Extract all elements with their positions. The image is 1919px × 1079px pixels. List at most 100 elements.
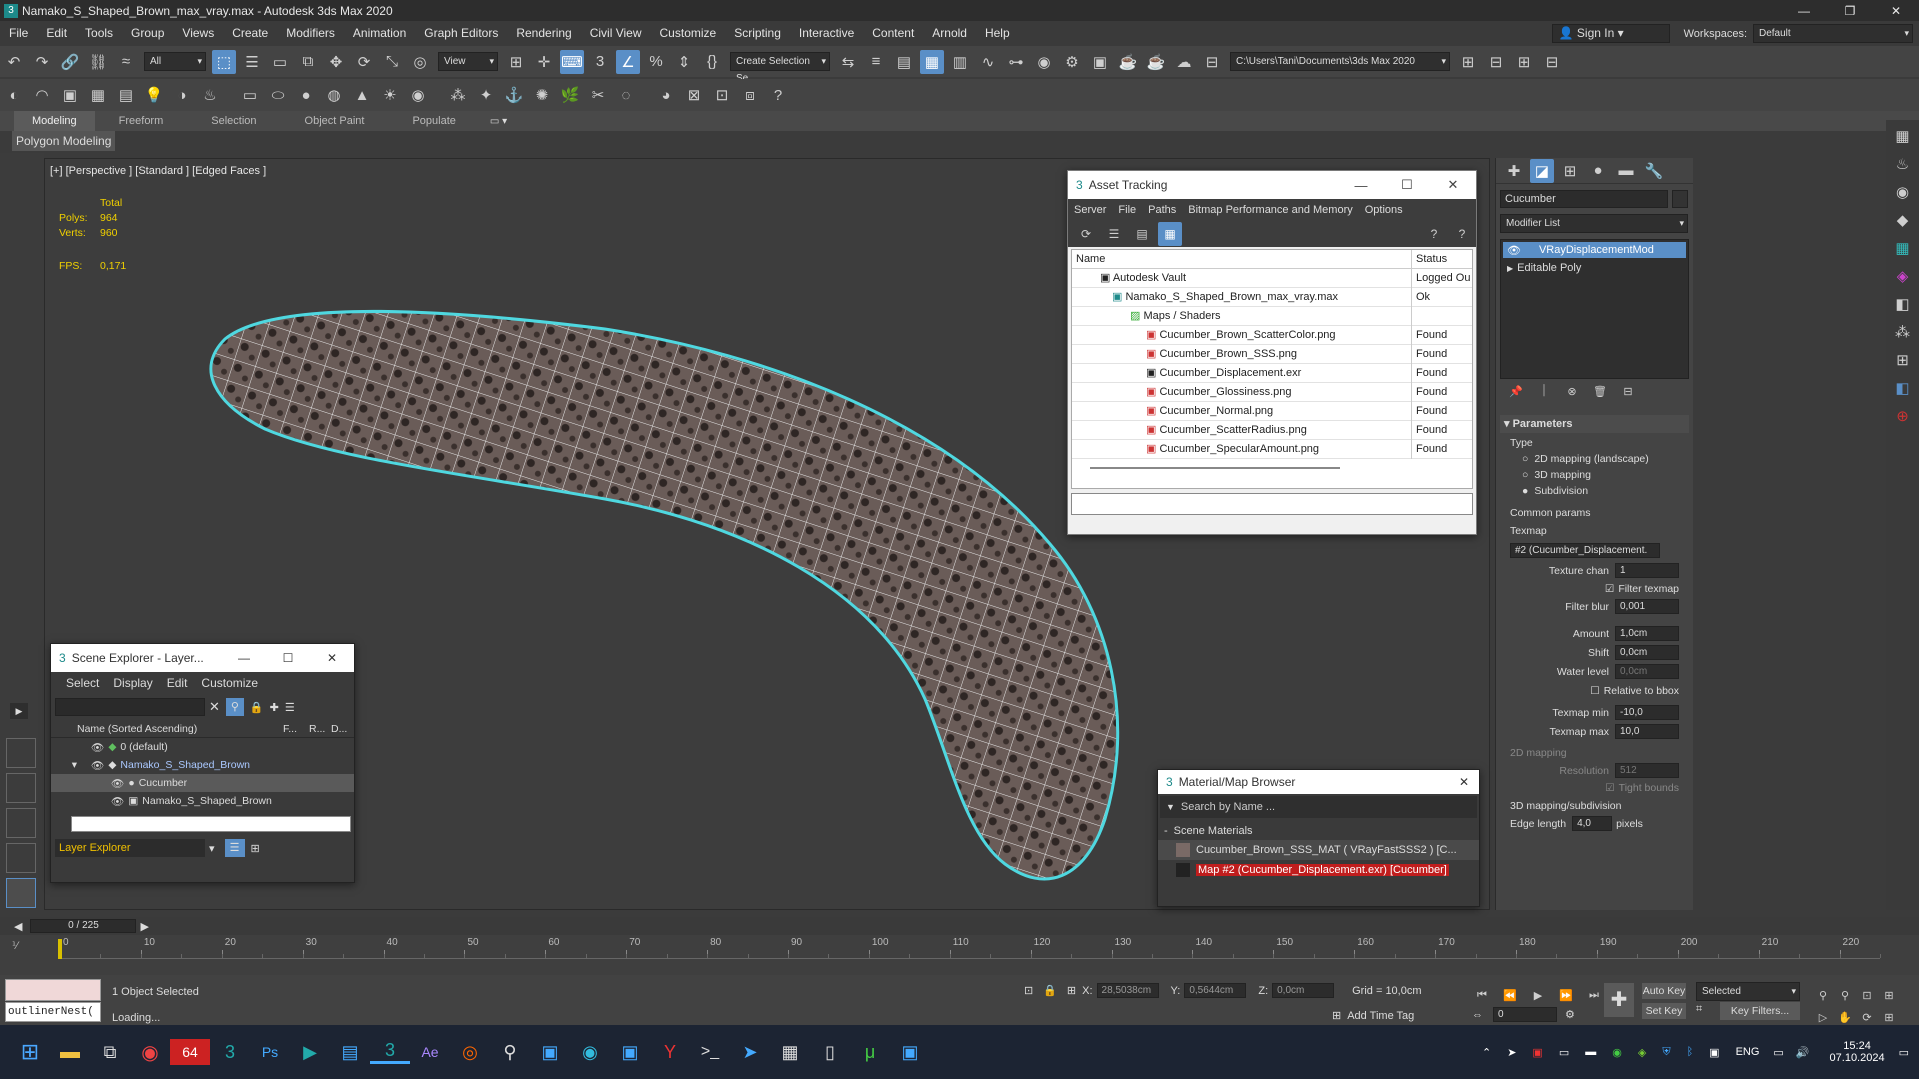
table-icon[interactable]: ▤	[114, 83, 138, 107]
next-key-icon[interactable]: ⏩	[1554, 983, 1578, 1007]
schematic-view-icon[interactable]: ⊶	[1004, 50, 1028, 74]
layout-icon-2[interactable]	[6, 773, 36, 803]
table-row[interactable]: ▣ Cucumber_SpecularAmount.png Found	[1072, 439, 1472, 459]
x-field[interactable]: 28,5038cm	[1096, 983, 1159, 998]
checker-icon[interactable]: ▦	[1891, 124, 1915, 148]
radio-2d-mapping[interactable]: ○ 2D mapping (landscape)	[1522, 453, 1667, 465]
render-icon[interactable]: ▣	[58, 83, 82, 107]
menu-item[interactable]: File	[1112, 204, 1142, 216]
goto-start-icon[interactable]: ⏮	[1470, 983, 1494, 1007]
goto-end-icon[interactable]: ⏭	[1582, 983, 1606, 1007]
menu-item[interactable]: Rendering	[507, 21, 580, 46]
menu-item[interactable]: Edit	[160, 676, 195, 690]
checkbox-icon[interactable]: ☐	[1590, 685, 1599, 697]
table-row[interactable]: ▣ Cucumber_Displacement.exr Found	[1072, 363, 1472, 383]
windows-start-icon[interactable]: ⊞	[10, 1039, 50, 1065]
placement-icon[interactable]: ◎	[408, 50, 432, 74]
dropdown-arrow-icon[interactable]: ▾	[209, 842, 215, 855]
named-selection-dropdown[interactable]: Create Selection Se	[730, 52, 830, 84]
expand-arrow-icon[interactable]: ▶	[10, 703, 28, 719]
parameters-rollout[interactable]: ▾ Parameters	[1500, 415, 1689, 433]
store-icon[interactable]: ▣	[530, 1042, 570, 1063]
snaps-toggle-icon[interactable]: 3	[588, 50, 612, 74]
table-row[interactable]: ▣ Cucumber_Normal.png Found	[1072, 401, 1472, 421]
3dsmax-icon[interactable]: 3	[210, 1042, 250, 1063]
layout-icon-3[interactable]	[6, 808, 36, 838]
menu-item[interactable]: File	[0, 21, 37, 46]
render-production-icon[interactable]: ☕	[1116, 50, 1140, 74]
menu-item[interactable]: Group	[122, 21, 173, 46]
sphere-icon[interactable]: ●	[294, 83, 318, 107]
render-setup-icon[interactable]: ⚙	[1060, 50, 1084, 74]
ribbon-tab-modeling[interactable]: Modeling	[14, 111, 95, 131]
help-icon[interactable]: ?	[766, 83, 790, 107]
texmap-min-spinner[interactable]: -10,0	[1615, 705, 1679, 720]
prev-key-icon[interactable]: ⏪	[1498, 983, 1522, 1007]
scene-materials-header[interactable]: - Scene Materials	[1158, 822, 1479, 840]
yandex-icon[interactable]: Y	[650, 1042, 690, 1063]
calculator-icon[interactable]: ▦	[86, 83, 110, 107]
edge-length-spinner[interactable]: 4,0	[1572, 816, 1613, 831]
rendered-frame-icon[interactable]: ▣	[1088, 50, 1112, 74]
menu-item[interactable]: Customize	[194, 676, 265, 690]
menu-item[interactable]: Bitmap Performance and Memory	[1182, 204, 1358, 216]
spinner-snap-icon[interactable]: ⇕	[672, 50, 696, 74]
eye-icon[interactable]: 👁	[1507, 244, 1521, 257]
select-by-name-icon[interactable]: ☰	[240, 50, 264, 74]
toggle-ribbon-icon[interactable]: ▥	[948, 50, 972, 74]
clear-icon[interactable]: ✕	[209, 699, 220, 715]
volume-icon[interactable]: 🔊	[1796, 1046, 1810, 1059]
app-icon-23[interactable]: ▣	[890, 1042, 930, 1063]
col-f[interactable]: F...	[283, 723, 309, 735]
search-options-icon[interactable]: ▼	[1166, 802, 1175, 812]
tray-app-icon[interactable]: ▣	[1532, 1046, 1542, 1059]
select-object-icon[interactable]: ⬚	[212, 49, 236, 74]
menu-item[interactable]: Animation	[344, 21, 415, 46]
search-field[interactable]: Search by Name ...	[1181, 801, 1275, 813]
track-bar-toggle-icon[interactable]: ⅟	[12, 941, 34, 963]
show-end-result-icon[interactable]: ⏐	[1532, 379, 1556, 403]
search-app-icon[interactable]: ⚲	[490, 1042, 530, 1063]
track-bar[interactable]: ⅟ 0 10 20 30 40 50 60 70 80 90 100 110 120 130 140 150 1…	[0, 935, 1919, 975]
ribbon-tab-object-paint[interactable]: Object Paint	[281, 111, 389, 131]
grid-icon[interactable]: ▦	[1891, 236, 1915, 260]
link-icon[interactable]: 🔗	[58, 50, 82, 74]
percent-snap-icon[interactable]: %	[644, 50, 668, 74]
utilities-tab-icon[interactable]: 🔧	[1642, 159, 1666, 183]
pivot-icon[interactable]: ⊞	[504, 50, 528, 74]
tray-green-icon[interactable]: ◉	[1612, 1046, 1622, 1059]
horizontal-scrollbar[interactable]	[71, 816, 351, 832]
redo-icon[interactable]: ↷	[30, 50, 54, 74]
time-config-icon[interactable]: ⚙	[1565, 1008, 1575, 1021]
key-mode-icon[interactable]: ⇔	[1472, 1009, 1483, 1021]
radio-icon[interactable]: ○	[1522, 469, 1528, 481]
window-crossing-icon[interactable]: ⧉	[296, 50, 320, 74]
time-slider-thumb[interactable]: 0 / 225	[30, 919, 137, 933]
ribbon-tab-freeform[interactable]: Freeform	[95, 111, 188, 131]
reference-coord-dropdown[interactable]: View	[438, 52, 498, 71]
eye-icon[interactable]: 👁	[111, 795, 124, 808]
maxscript-input[interactable]: outlinerNest(	[5, 1002, 101, 1022]
filter-blur-spinner[interactable]: 0,001	[1615, 599, 1679, 614]
rect-selection-icon[interactable]: ▭	[268, 50, 292, 74]
blue-cube-icon[interactable]: ◧	[1891, 376, 1915, 400]
render-iterative-icon[interactable]: ☕	[1144, 50, 1168, 74]
sphere-light-icon[interactable]: ◉	[1891, 180, 1915, 204]
sun-icon[interactable]: ☀	[378, 83, 402, 107]
network-icon[interactable]: ▭	[1773, 1046, 1783, 1059]
make-unique-icon[interactable]: ⊗	[1560, 379, 1584, 403]
table-row[interactable]: ▣ Autodesk Vault Logged Ou	[1072, 268, 1472, 288]
edit-named-sel-icon[interactable]: {}	[700, 50, 724, 74]
menu-item[interactable]: Arnold	[923, 21, 976, 46]
unlink-icon[interactable]: ⛓	[86, 50, 110, 74]
move-icon[interactable]: ✥	[324, 50, 348, 74]
material-icon[interactable]: ◆	[1891, 208, 1915, 232]
auto-key-button[interactable]: Auto Key	[1642, 983, 1686, 999]
project-folder-icon[interactable]: ⊞	[1456, 50, 1480, 74]
telegram-icon[interactable]: ➤	[730, 1042, 770, 1063]
cone-icon[interactable]: ▲	[350, 83, 374, 107]
new-layer-icon[interactable]: ✚	[270, 701, 279, 714]
radio-subdivision[interactable]: ● Subdivision	[1522, 485, 1667, 497]
col-name[interactable]: Name	[1072, 249, 1412, 269]
col-r[interactable]: R...	[309, 723, 331, 735]
